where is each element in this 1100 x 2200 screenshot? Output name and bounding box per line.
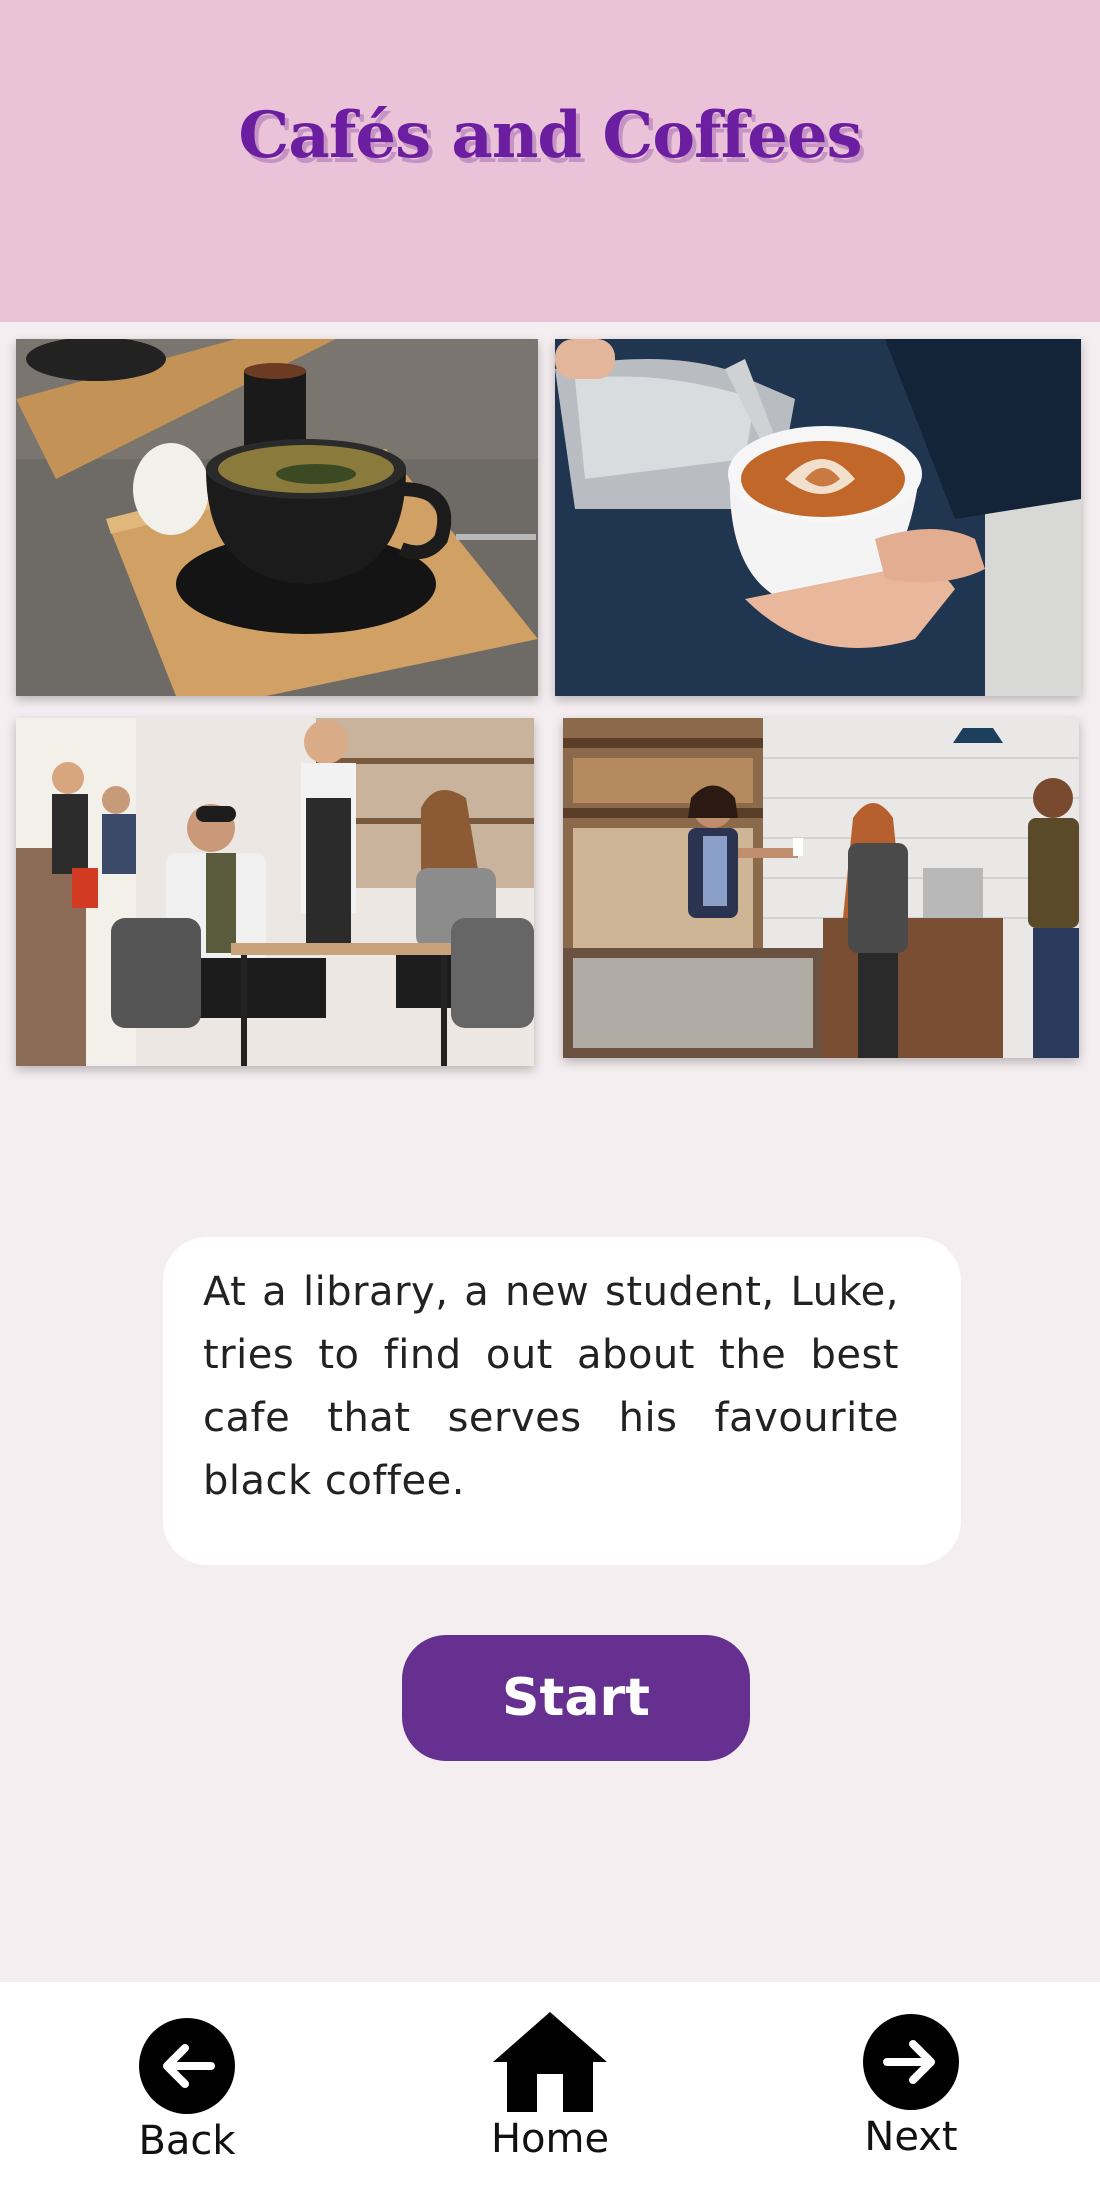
latte-art-photo <box>555 339 1081 696</box>
header-banner: Cafés and Coffees <box>0 0 1100 322</box>
description-card: At a library, a new student, Luke, tries… <box>163 1237 961 1565</box>
start-button[interactable]: Start <box>402 1635 750 1761</box>
home-button[interactable]: Home <box>488 2012 612 2162</box>
cafe-counter-photo <box>563 718 1079 1058</box>
next-label: Next <box>864 2114 958 2160</box>
arrow-right-icon <box>863 2014 959 2110</box>
coffee-cup-photo <box>16 339 538 696</box>
page-title: Cafés and Coffees <box>238 98 862 173</box>
back-button[interactable]: Back <box>132 2018 242 2164</box>
cafe-waiter-photo <box>16 718 534 1066</box>
home-label: Home <box>490 2116 610 2162</box>
arrow-left-icon <box>139 2018 235 2114</box>
next-button[interactable]: Next <box>856 2014 966 2160</box>
bottom-navigation: Back Home Next <box>0 1982 1100 2200</box>
description-text: At a library, a new student, Luke, tries… <box>203 1269 899 1504</box>
home-icon <box>493 2012 607 2112</box>
back-label: Back <box>138 2118 236 2164</box>
